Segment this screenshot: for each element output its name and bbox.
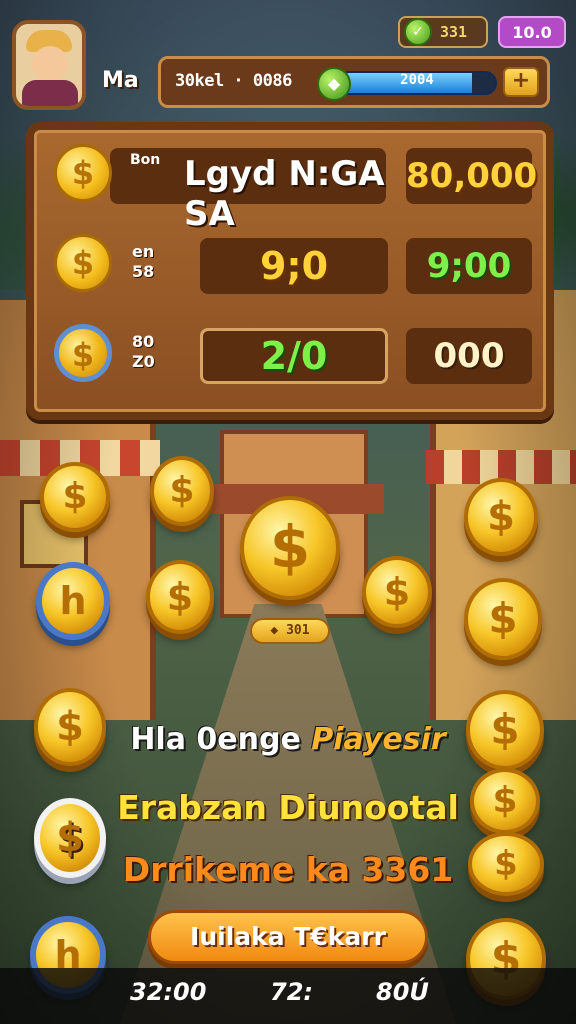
- bottom-stat-3: 80Ú: [376, 978, 429, 1006]
- row3-center-value[interactable]: 2/0: [200, 328, 388, 384]
- row2-label-bottom: 58: [132, 262, 155, 281]
- xp-value: 2004: [400, 72, 434, 88]
- xp-text: 30kel · 0086: [175, 71, 292, 91]
- xp-panel: 30kel · 0086 ◆ 2004 +: [158, 56, 550, 108]
- coin-icon[interactable]: $: [464, 578, 542, 660]
- gem-count: 331: [440, 23, 468, 41]
- row1-title: Lgyd N:GA SA: [184, 154, 385, 234]
- row2-center-value[interactable]: 9;0: [200, 238, 388, 294]
- message-line-1: Hla 0enge Piayesir: [0, 722, 576, 757]
- level-badge[interactable]: 10.0: [498, 16, 566, 48]
- row3-label-top: 80: [132, 332, 155, 351]
- blue-coin-icon[interactable]: h: [36, 562, 110, 640]
- coin-icon[interactable]: $: [146, 560, 214, 634]
- bottom-stat-1: 32:00: [130, 978, 207, 1006]
- coin-icon[interactable]: $: [464, 478, 538, 556]
- player-avatar[interactable]: [12, 20, 86, 110]
- row1-label-box: Bon Lgyd N:GA SA: [110, 148, 386, 234]
- row2-value[interactable]: 9;00: [406, 238, 532, 294]
- green-gem-icon: ✓: [404, 18, 432, 46]
- earnings-board: Bon Lgyd N:GA SA $ 80,000 $ en 58 9;0 9;…: [26, 122, 554, 420]
- row1-coin-icon: $: [54, 144, 112, 202]
- cost-pill[interactable]: ◆ 301: [250, 618, 330, 644]
- level-value: 10.0: [512, 22, 552, 42]
- message-line-1-white: Hla 0enge: [130, 722, 301, 757]
- row1-small-label: Bon: [130, 152, 161, 168]
- cta-button[interactable]: Iuilaka T€kаrr: [148, 910, 428, 964]
- row2-label: en 58: [132, 242, 154, 282]
- board-row-2: $ en 58 9;0 9;00: [48, 228, 532, 300]
- add-currency-button[interactable]: +: [503, 67, 539, 97]
- row3-label-bottom: Z0: [132, 352, 155, 371]
- bottom-stats-bar: 32:00 72: 80Ú: [0, 968, 576, 1024]
- row3-label: 80 Z0: [132, 332, 155, 372]
- coin-icon[interactable]: $: [150, 456, 214, 526]
- row3-coin-icon: $: [54, 324, 112, 382]
- bottom-stat-2: 72:: [270, 978, 313, 1006]
- row1-value[interactable]: 80,000: [406, 148, 537, 204]
- gem-counter[interactable]: ✓ 331: [398, 16, 488, 48]
- board-row-1: Bon Lgyd N:GA SA $ 80,000: [48, 138, 537, 234]
- message-line-3: Drrikeme ka 3361: [122, 850, 454, 889]
- avatar-body: [22, 80, 78, 106]
- row3-value[interactable]: 000: [406, 328, 532, 384]
- coin-icon[interactable]: $: [362, 556, 432, 628]
- row2-coin-icon: $: [54, 234, 112, 292]
- coin-icon[interactable]: $: [40, 462, 110, 532]
- message-line-2: Erabzan Diunootal: [117, 788, 459, 827]
- message-line-1-accent: Piayesir: [311, 722, 446, 757]
- big-coin-icon[interactable]: $: [240, 496, 340, 600]
- avatar-face: [32, 46, 68, 82]
- row2-label-top: en: [132, 242, 155, 261]
- player-name: Ma: [102, 68, 139, 93]
- board-row-3: $ 80 Z0 2/0 000: [48, 318, 532, 390]
